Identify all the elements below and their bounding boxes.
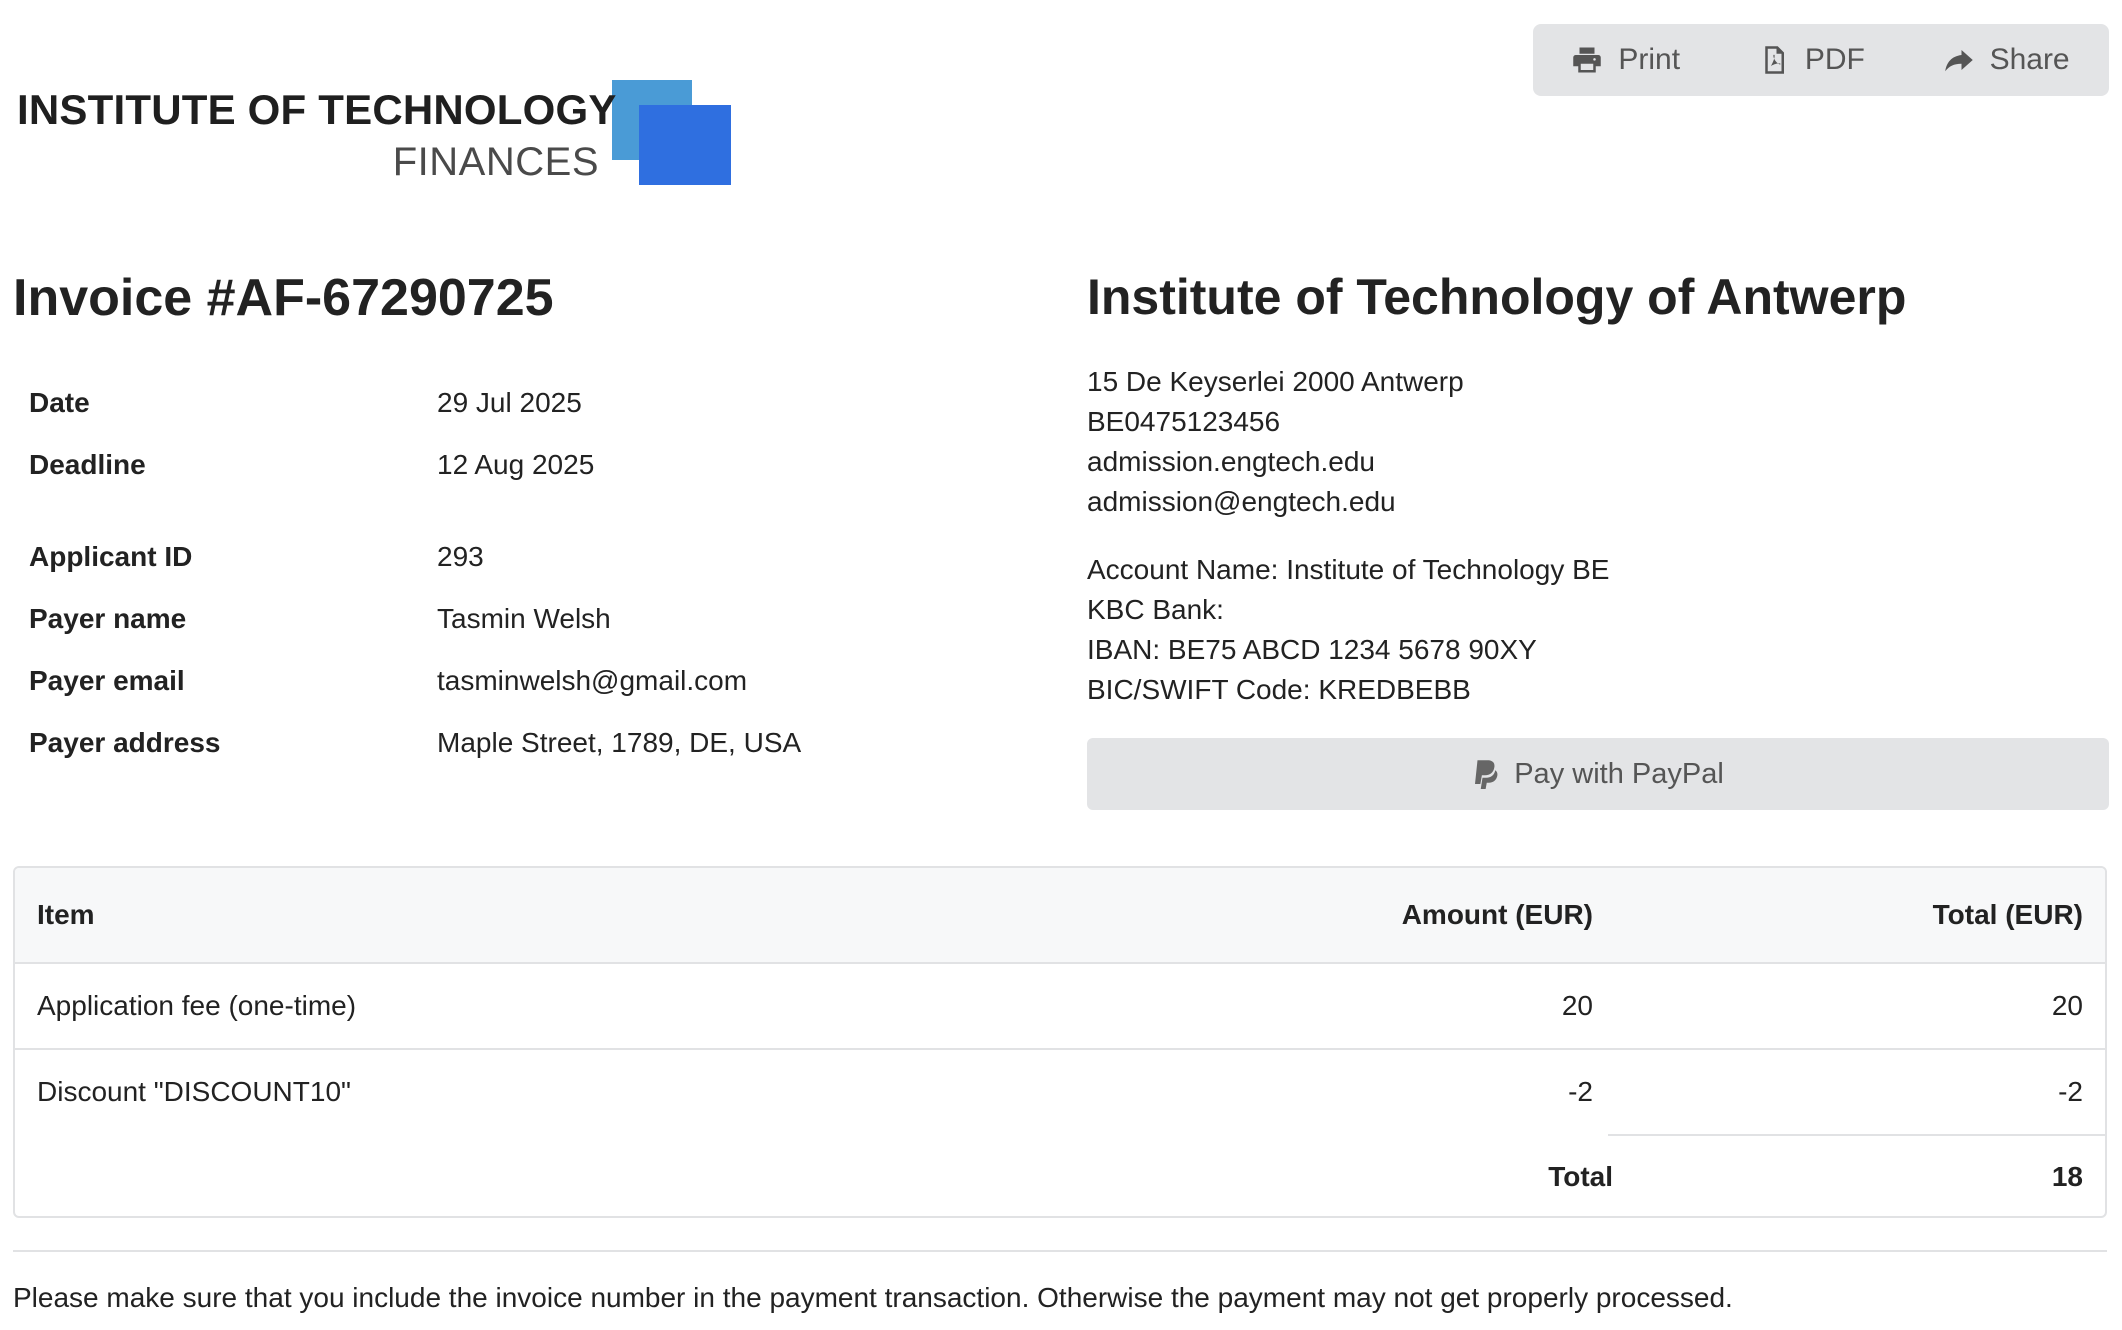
total-label: Total [1548, 1161, 1613, 1192]
pdf-button[interactable]: PDF [1759, 43, 1865, 77]
table-total-row: Total 18 [15, 1134, 2105, 1216]
info-label: Payer email [29, 665, 185, 696]
total-value: 18 [2051, 1161, 2083, 1192]
pdf-label: PDF [1804, 43, 1865, 76]
info-row-date: Date 29 Jul 2025 [29, 372, 929, 434]
info-row-applicant-id: Applicant ID 293 [29, 526, 929, 588]
table-row: Application fee (one-time) 20 20 [15, 964, 2105, 1050]
print-label: Print [1618, 43, 1681, 76]
info-row-payer-email: Payer email tasminwelsh@gmail.com [29, 650, 929, 712]
share-arrow-icon [1944, 50, 1973, 72]
bank-details: Account Name: Institute of Technology BE… [1087, 550, 1609, 710]
info-row-deadline: Deadline 12 Aug 2025 [29, 434, 929, 496]
info-row-payer-name: Payer name Tasmin Welsh [29, 588, 929, 650]
row-total: -2 [2058, 1076, 2083, 1107]
logo-square-front [639, 105, 731, 185]
table-row: Discount "DISCOUNT10" -2 -2 [15, 1050, 2105, 1134]
header-item: Item [37, 899, 95, 930]
pdf-file-icon [1765, 46, 1784, 74]
header-total: Total (EUR) [1932, 899, 2083, 930]
organization-contact: 15 De Keyserlei 2000 Antwerp BE047512345… [1087, 362, 1464, 522]
invoice-details: Date 29 Jul 2025 Deadline 12 Aug 2025 Ap… [29, 372, 929, 774]
info-value: 29 Jul 2025 [437, 387, 582, 418]
info-value: 12 Aug 2025 [437, 449, 595, 480]
info-label: Payer address [29, 727, 221, 758]
info-value: Tasmin Welsh [437, 603, 611, 634]
bank-name: KBC Bank: [1087, 594, 1224, 625]
info-row-payer-address: Payer address Maple Street, 1789, DE, US… [29, 712, 929, 774]
row-amount: 20 [1561, 990, 1593, 1021]
info-value: tasminwelsh@gmail.com [437, 665, 748, 696]
paypal-icon [1475, 760, 1498, 789]
organization-vat: BE0475123456 [1087, 406, 1281, 437]
institute-logo: INSTITUTE OF TECHNOLOGY FINANCES [17, 78, 737, 190]
row-amount: -2 [1568, 1076, 1593, 1107]
row-total: 20 [2051, 990, 2083, 1021]
total-divider [1608, 1134, 2105, 1136]
bank-iban: IBAN: BE75 ABCD 1234 5678 90XY [1087, 634, 1537, 665]
logo-title: INSTITUTE OF TECHNOLOGY [17, 86, 617, 133]
organization-website: admission.engtech.edu [1087, 446, 1375, 477]
info-value: Maple Street, 1789, DE, USA [437, 727, 802, 758]
print-button[interactable]: Print [1572, 43, 1680, 77]
info-label: Date [29, 387, 90, 418]
payment-note: Please make sure that you include the in… [13, 1282, 1733, 1313]
table-header: Item Amount (EUR) Total (EUR) [15, 868, 2105, 964]
organization-name: Institute of Technology of Antwerp [1087, 269, 1907, 325]
bank-bic: BIC/SWIFT Code: KREDBEBB [1087, 674, 1471, 705]
invoice-page: INSTITUTE OF TECHNOLOGY FINANCES Print P… [13, 0, 2109, 1330]
printer-icon [1573, 47, 1602, 73]
pay-with-paypal-button[interactable]: Pay with PayPal [1087, 738, 2109, 810]
action-toolbar: Print PDF Share [1533, 24, 2109, 96]
info-label: Applicant ID [29, 541, 193, 572]
organization-address: 15 De Keyserlei 2000 Antwerp [1087, 366, 1464, 397]
info-value: 293 [437, 541, 484, 572]
info-label: Deadline [29, 449, 146, 480]
divider [13, 1250, 2107, 1252]
share-label: Share [1989, 43, 2070, 76]
info-label: Payer name [29, 603, 187, 634]
header-amount: Amount (EUR) [1401, 899, 1593, 930]
row-item: Application fee (one-time) [37, 990, 357, 1021]
invoice-items-table: Item Amount (EUR) Total (EUR) Applicatio… [13, 866, 2107, 1218]
invoice-title: Invoice #AF-67290725 [13, 269, 554, 327]
share-button[interactable]: Share [1944, 43, 2070, 77]
logo-subtitle: FINANCES [392, 140, 599, 184]
bank-account-name: Account Name: Institute of Technology BE [1087, 554, 1610, 585]
paypal-label: Pay with PayPal [1514, 757, 1724, 790]
organization-email: admission@engtech.edu [1087, 486, 1396, 517]
row-item: Discount "DISCOUNT10" [37, 1076, 351, 1107]
